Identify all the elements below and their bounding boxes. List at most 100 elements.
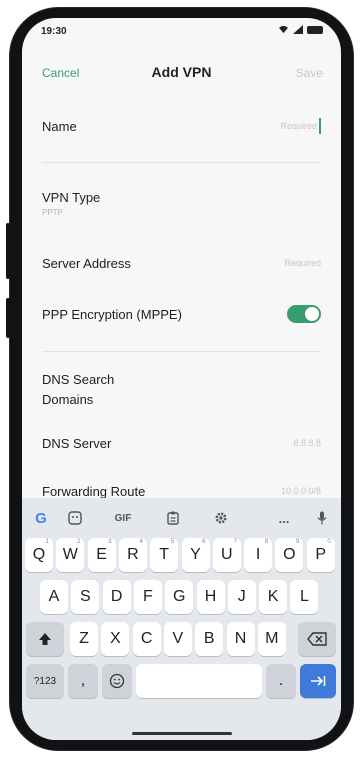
key-label: Y [190,546,201,563]
key-l[interactable]: L [290,580,319,614]
key-c[interactable]: C [132,622,161,656]
settings-gear-icon[interactable] [210,508,232,528]
key-label: E [96,546,107,563]
key-t[interactable]: T5 [150,538,179,572]
tab-arrow-icon [311,676,326,686]
key-m[interactable]: M [257,622,286,656]
name-label: Name [42,119,77,134]
key-label: D [110,588,123,605]
clipboard-icon[interactable] [162,508,184,528]
server-address-row[interactable]: Server Address Required [42,252,321,276]
vpn-type-row[interactable]: VPN Type PPTP [42,186,321,222]
name-placeholder: Required [280,121,317,131]
key-n[interactable]: N [226,622,255,656]
key-s[interactable]: S [71,580,100,614]
key-f[interactable]: F [133,580,162,614]
server-address-input[interactable]: Required [284,258,321,268]
key-p[interactable]: P0 [306,538,335,572]
name-input[interactable]: Required [280,118,321,134]
symbols-key[interactable]: ?123 [26,664,64,698]
key-z[interactable]: Z [70,622,98,656]
key-e[interactable]: E3 [87,538,116,572]
screen: 19:30 Cancel Add VPN Save Name Required … [22,18,341,740]
status-bar: 19:30 [22,18,341,48]
key-x[interactable]: X [101,622,130,656]
key-b[interactable]: B [195,622,224,656]
forwarding-route-input[interactable]: 10.0.0.0/8 [281,486,321,496]
more-icon[interactable]: ... [273,508,295,528]
dns-server-input[interactable]: 8.8.8.8 [293,438,321,448]
comma-key[interactable]: , [68,664,98,698]
key-hint: 4 [139,539,143,545]
shift-arrow-icon [39,633,51,645]
forwarding-route-row[interactable]: Forwarding Route 10.0.0.0/8 [42,482,321,499]
key-k[interactable]: K [259,580,288,614]
key-label: W [62,546,78,563]
encryption-toggle[interactable] [287,305,321,323]
encryption-label: PPP Encryption (MPPE) [42,307,182,322]
key-u[interactable]: U7 [212,538,241,572]
sticker-icon[interactable] [64,508,86,528]
key-y[interactable]: Y6 [181,538,210,572]
key-label: Z [79,630,89,647]
text-caret [319,118,321,134]
volume-button [6,223,10,279]
key-v[interactable]: V [163,622,192,656]
dns-server-row[interactable]: DNS Server 8.8.8.8 [42,432,321,456]
key-o[interactable]: O9 [275,538,304,572]
key-g[interactable]: G [165,580,194,614]
phone-frame: 19:30 Cancel Add VPN Save Name Required … [6,8,353,750]
dns-search-domains-row[interactable]: DNS Search Domains [42,372,321,412]
key-label: C [140,630,153,647]
key-i[interactable]: I8 [244,538,273,572]
server-address-label: Server Address [42,256,131,271]
key-label: T [159,546,170,563]
wifi-icon [279,25,288,34]
microphone-icon[interactable] [311,508,333,528]
power-button [6,298,10,338]
key-label: J [237,588,246,605]
key-h[interactable]: H [196,580,225,614]
key-hint: 0 [327,539,331,545]
vpn-type-value: PPTP [42,208,63,217]
key-label: P [315,546,327,563]
key-label: B [203,630,215,647]
key-q[interactable]: Q1 [25,538,53,572]
emoji-icon [109,673,125,689]
vpn-type-label: VPN Type [42,190,101,205]
signal-icon [293,25,303,34]
key-j[interactable]: J [227,580,256,614]
key-label: R [127,546,139,563]
toggle-knob [305,307,319,321]
page-title: Add VPN [151,64,212,80]
backspace-key[interactable] [298,622,336,656]
dns-server-label: DNS Server [42,436,112,451]
key-d[interactable]: D [102,580,131,614]
status-time: 19:30 [41,26,67,37]
key-label: H [204,588,217,605]
name-row[interactable]: Name Required [42,116,321,140]
keyboard: G GIF ... Q 1 W 2 E 3 R 4 T 5 Y 6 U 7 I … [22,498,341,740]
encryption-row: PPP Encryption (MPPE) [42,302,321,326]
key-label: K [267,588,279,605]
key-label: Q [32,546,46,563]
key-label: U [221,546,233,563]
key-a[interactable]: A [40,580,68,614]
period-key[interactable]: . [266,664,296,698]
key-hint: 6 [202,539,206,545]
key-label: S [79,588,91,605]
enter-key[interactable] [300,664,336,698]
key-label: G [172,588,186,605]
key-hint: 9 [296,539,300,545]
dns-search-label-line1: DNS Search [42,372,115,387]
key-w[interactable]: W2 [56,538,85,572]
home-indicator[interactable] [131,732,232,735]
space-key[interactable] [136,664,262,698]
key-r[interactable]: R4 [118,538,147,572]
shift-key[interactable] [26,622,64,656]
divider [42,351,321,352]
save-button[interactable]: Save [296,66,323,80]
google-icon[interactable]: G [30,508,52,528]
emoji-key[interactable] [102,664,132,698]
gif-button[interactable]: GIF [108,508,138,528]
